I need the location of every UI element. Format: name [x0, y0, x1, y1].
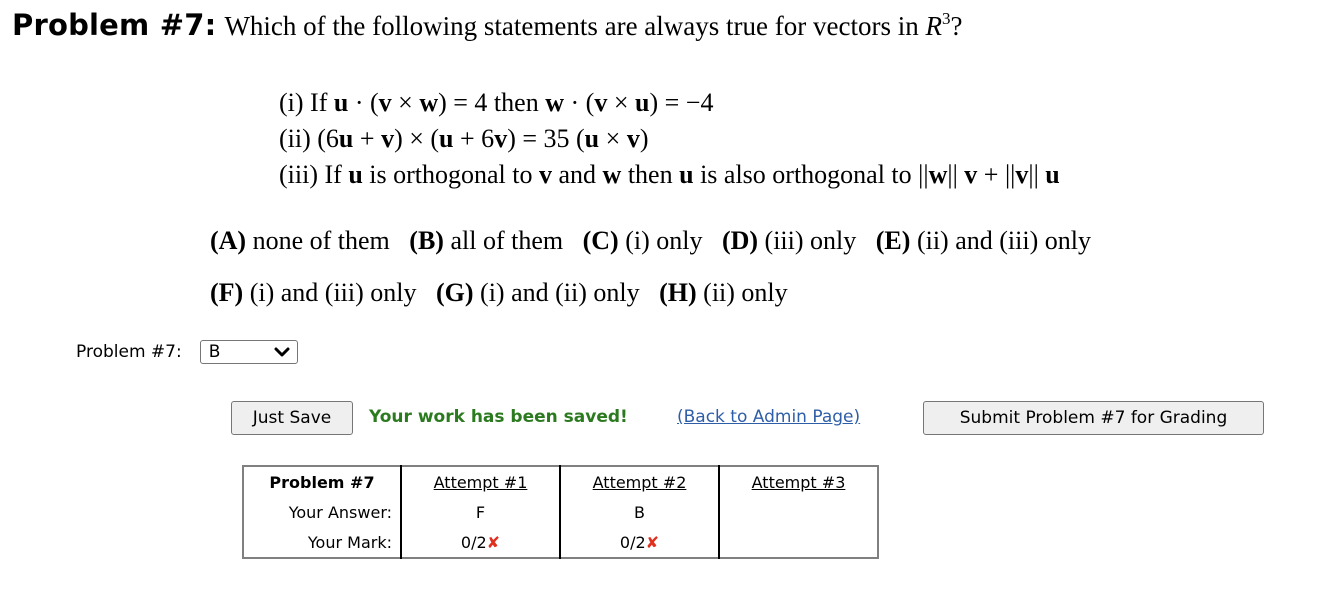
attempt-2-header: Attempt #2 — [560, 466, 720, 497]
statement-ii: (ii) (6u + v) × (u + 6v) = 35 (u × v) — [279, 124, 649, 153]
problem-label: Problem #7: — [12, 8, 217, 42]
back-to-admin-link[interactable]: (Back to Admin Page) — [677, 407, 860, 427]
answer-label: Problem #7: — [76, 342, 182, 362]
choice-b: (B) all of them — [409, 226, 564, 255]
attempt-3-mark — [719, 527, 878, 558]
attempts-table: Problem #7 Attempt #1 Attempt #2 Attempt… — [242, 465, 879, 559]
submit-for-grading-button[interactable]: Submit Problem #7 for Grading — [923, 401, 1264, 435]
table-row: Your Mark: 0/2✘ 0/2✘ — [243, 527, 878, 558]
attempt-2-answer: B — [560, 497, 720, 527]
answer-row: Problem #7: B — [76, 340, 298, 364]
incorrect-x-icon: ✘ — [486, 532, 501, 552]
choice-d: (D) (iii) only — [721, 226, 857, 255]
attempt-1-mark: 0/2✘ — [401, 527, 561, 558]
problem-title: Problem #7: Which of the following state… — [12, 8, 962, 42]
your-mark-label: Your Mark: — [243, 527, 402, 558]
statement-iii: (iii) If u is orthogonal to v and w then… — [279, 160, 1060, 189]
attempts-title: Problem #7 — [243, 466, 402, 497]
just-save-button[interactable]: Just Save — [231, 401, 353, 435]
answer-select[interactable]: B — [199, 340, 298, 364]
statement-i: (i) If u · (v × w) = 4 then w · (v × u) … — [279, 88, 714, 117]
saved-message: Your work has been saved! — [369, 407, 628, 427]
attempt-3-link[interactable]: Attempt #3 — [752, 473, 846, 492]
incorrect-x-icon: ✘ — [645, 532, 660, 552]
choice-c: (C) (i) only — [582, 226, 703, 255]
attempt-1-header: Attempt #1 — [401, 466, 561, 497]
choice-f: (F) (i) and (iii) only — [210, 278, 417, 307]
choice-a: (A) none of them — [210, 226, 390, 255]
table-row: Your Answer: F B — [243, 497, 878, 527]
answer-selected-value: B — [208, 342, 221, 362]
your-answer-label: Your Answer: — [243, 497, 402, 527]
attempt-2-link[interactable]: Attempt #2 — [593, 473, 687, 492]
choices-row-1: (A) none of them (B) all of them (C) (i)… — [210, 226, 1104, 256]
attempt-3-header: Attempt #3 — [719, 466, 878, 497]
table-header-row: Problem #7 Attempt #1 Attempt #2 Attempt… — [243, 466, 878, 497]
choice-e: (E) (ii) and (iii) only — [875, 226, 1091, 255]
choice-h: (H) (ii) only — [659, 278, 788, 307]
attempt-2-mark: 0/2✘ — [560, 527, 720, 558]
statements-list: (i) If u · (v × w) = 4 then w · (v × u) … — [279, 85, 1060, 193]
attempt-1-link[interactable]: Attempt #1 — [434, 473, 528, 492]
attempt-3-answer — [719, 497, 878, 527]
choice-g: (G) (i) and (ii) only — [436, 278, 640, 307]
choices-row-2: (F) (i) and (iii) only (G) (i) and (ii) … — [210, 278, 801, 308]
problem-question: Which of the following statements are al… — [224, 9, 963, 41]
space-symbol: R — [925, 11, 942, 41]
chevron-down-icon — [274, 346, 290, 358]
actions-bar: Just Save Your work has been saved! (Bac… — [231, 401, 1265, 435]
attempt-1-answer: F — [401, 497, 561, 527]
